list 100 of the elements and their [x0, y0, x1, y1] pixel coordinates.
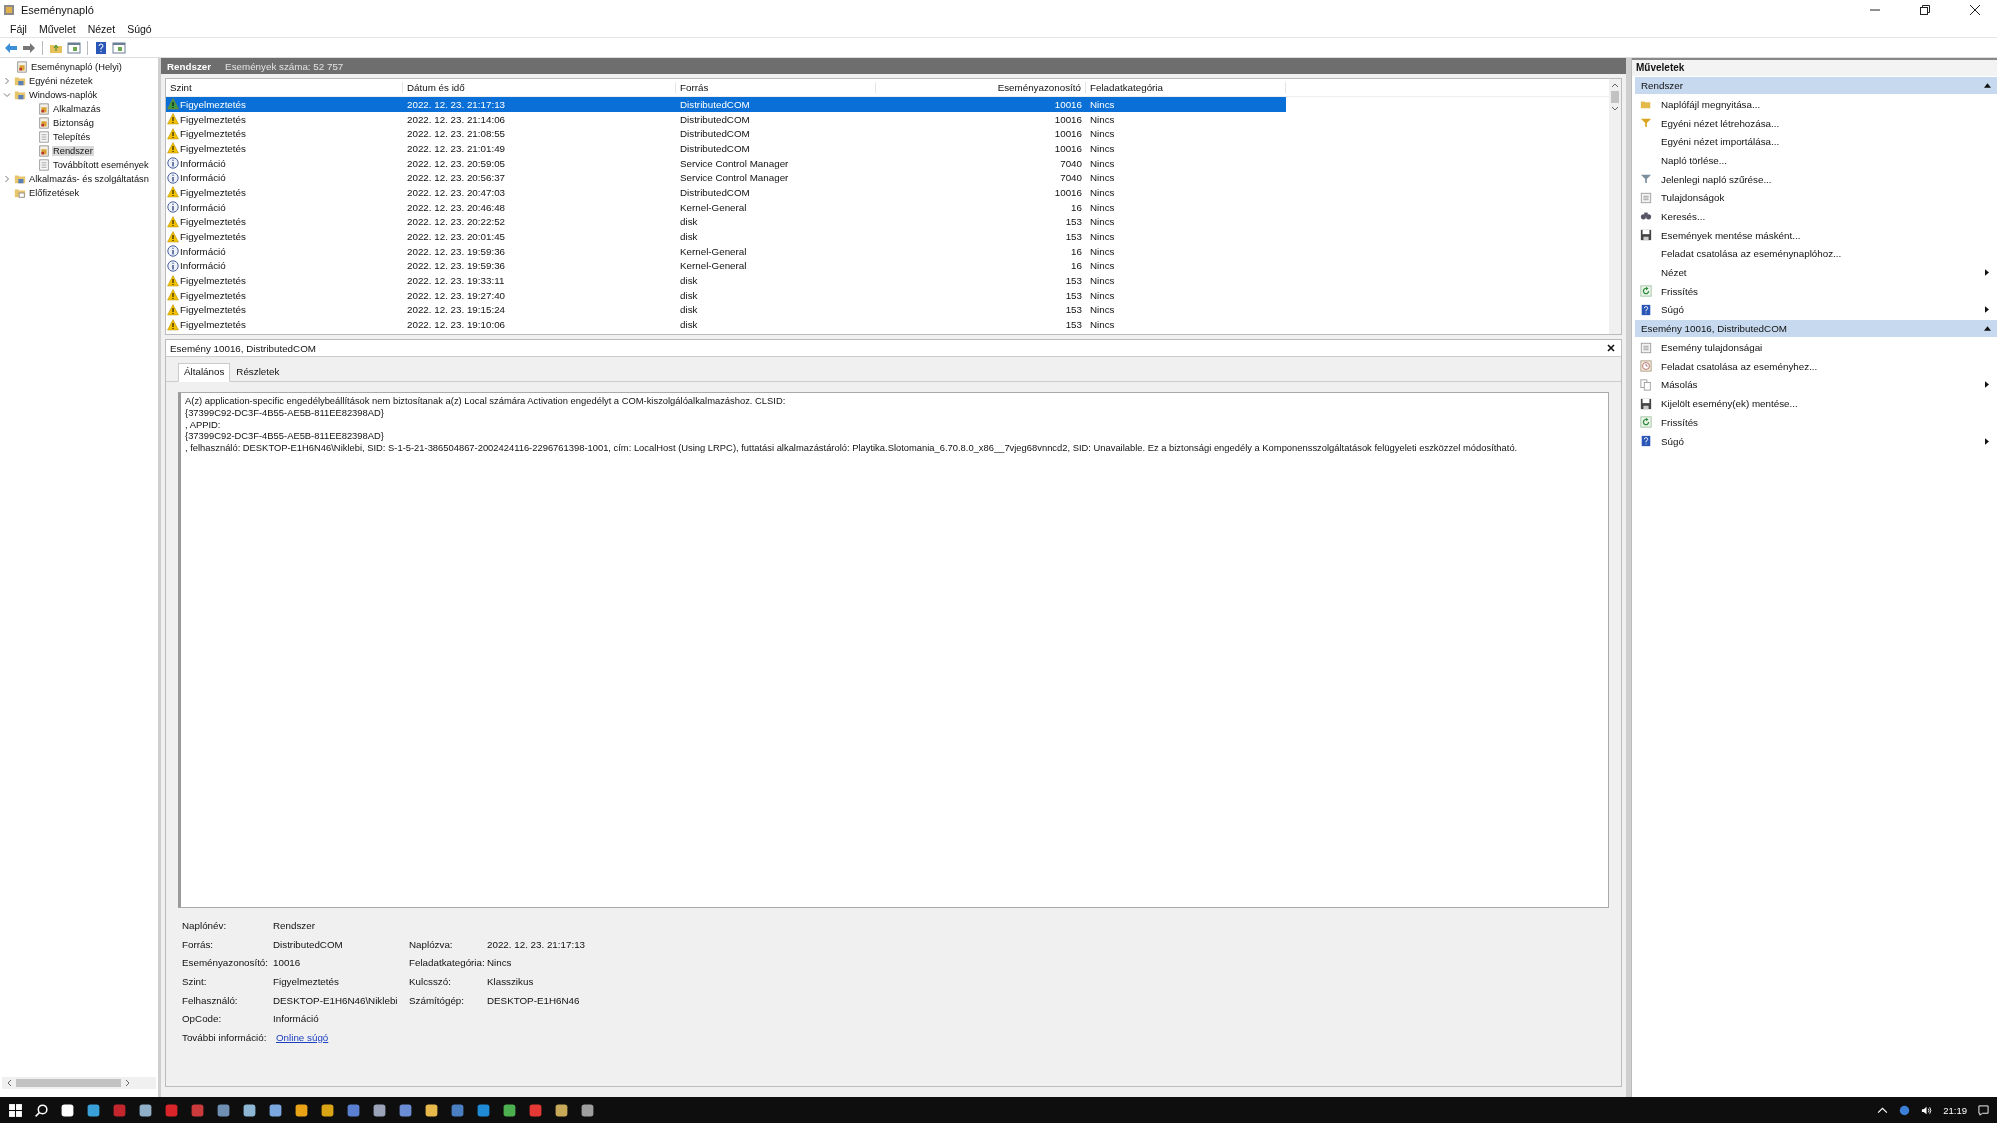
- action-item[interactable]: Jelenlegi napló szűrése...: [1632, 169, 1997, 189]
- help-icon[interactable]: [94, 40, 108, 55]
- event-row[interactable]: Figyelmeztetés 2022. 12. 23. 21:01:49 DistributedCOM 10016 Nincs: [166, 141, 1286, 156]
- tree-item[interactable]: Alkalmazás- és szolgáltatásn: [28, 174, 150, 184]
- action-item[interactable]: Súgó: [1632, 300, 1997, 320]
- app-icon[interactable]: [372, 1102, 387, 1118]
- table-cell-text: 2022. 12. 23. 19:59:36: [406, 245, 507, 257]
- table-cell-text: Nincs: [1089, 319, 1116, 331]
- panel-icon[interactable]: [112, 40, 126, 55]
- collapse-icon[interactable]: [1984, 326, 1991, 332]
- actions-section-header[interactable]: Esemény 10016, DistributedCOM: [1635, 320, 1997, 338]
- app-icon[interactable]: [502, 1102, 517, 1118]
- app-icon[interactable]: [554, 1102, 569, 1118]
- table-cell-text: 10016: [1053, 98, 1083, 110]
- action-item[interactable]: Frissítés: [1632, 413, 1997, 432]
- column-header[interactable]: Szint: [166, 82, 403, 93]
- action-item[interactable]: Frissítés: [1632, 281, 1997, 301]
- action-item[interactable]: Keresés...: [1632, 207, 1997, 226]
- event-row[interactable]: Figyelmeztetés 2022. 12. 23. 19:33:11 disk 153 Nincs: [166, 273, 1286, 288]
- folder-icon: [14, 75, 26, 87]
- column-header[interactable]: Eseményazonosító: [876, 82, 1086, 93]
- scroll-thumb[interactable]: [16, 1079, 121, 1087]
- action-item[interactable]: Súgó: [1632, 431, 1997, 451]
- tree-item[interactable]: Továbbított események: [52, 160, 150, 170]
- table-cell-text: 2022. 12. 23. 19:59:36: [406, 260, 507, 272]
- tree-item[interactable]: Alkalmazás: [52, 104, 102, 114]
- tree-item[interactable]: Rendszer: [52, 146, 94, 156]
- event-row[interactable]: Információ 2022. 12. 23. 20:59:05 Service Control Manager 7040 Nincs: [166, 155, 1286, 171]
- event-row[interactable]: Figyelmeztetés 2022. 12. 23. 20:22:52 disk 153 Nincs: [166, 214, 1286, 230]
- forward-arrow-icon[interactable]: [22, 40, 36, 55]
- vertical-scrollbar[interactable]: [1609, 79, 1621, 334]
- event-row[interactable]: Figyelmeztetés 2022. 12. 23. 21:14:06 DistributedCOM 10016 Nincs: [166, 111, 1286, 127]
- app-icon[interactable]: [216, 1102, 231, 1118]
- event-row[interactable]: Figyelmeztetés 2022. 12. 23. 19:27:40 disk 153 Nincs: [166, 287, 1286, 303]
- action-item[interactable]: Nézet: [1632, 263, 1997, 282]
- notification-icon[interactable]: [1978, 1104, 1989, 1116]
- actions-section-header[interactable]: Rendszer: [1635, 77, 1997, 94]
- app-icon[interactable]: [60, 1102, 75, 1118]
- action-item[interactable]: Kijelölt esemény(ek) mentése...: [1632, 394, 1997, 413]
- action-item[interactable]: Egyéni nézet importálása...: [1632, 132, 1997, 152]
- windows-start-icon[interactable]: [8, 1102, 23, 1118]
- tree-item[interactable]: Egyéni nézetek: [28, 76, 94, 86]
- column-header[interactable]: Forrás: [676, 82, 876, 93]
- event-row[interactable]: Figyelmeztetés 2022. 12. 23. 21:17:13 DistributedCOM 10016 Nincs: [166, 97, 1286, 112]
- tree-item[interactable]: Előfizetések: [28, 188, 81, 198]
- event-row[interactable]: Figyelmeztetés 2022. 12. 23. 19:10:06 disk 153 Nincs: [166, 317, 1286, 332]
- app-icon[interactable]: [138, 1102, 153, 1118]
- app-icon[interactable]: [242, 1102, 257, 1118]
- speaker-icon[interactable]: [1921, 1104, 1933, 1116]
- tree-item[interactable]: Biztonság: [52, 118, 95, 128]
- app-icon[interactable]: [86, 1102, 101, 1118]
- column-header[interactable]: Dátum és idő: [403, 82, 676, 93]
- warning-icon: [167, 274, 179, 287]
- event-row[interactable]: Figyelmeztetés 2022. 12. 23. 20:47:03 DistributedCOM 10016 Nincs: [166, 185, 1286, 200]
- app-icon[interactable]: [580, 1102, 595, 1118]
- app-icon[interactable]: [424, 1102, 439, 1118]
- menu-item[interactable]: Művelet: [32, 21, 82, 36]
- app-icon[interactable]: [268, 1102, 283, 1118]
- menu-item[interactable]: Fájl: [4, 21, 33, 36]
- table-cell: Információ: [180, 172, 226, 184]
- search-icon[interactable]: [34, 1102, 49, 1118]
- scroll-thumb[interactable]: [1611, 91, 1619, 103]
- app-icon[interactable]: [320, 1102, 335, 1118]
- collapse-icon[interactable]: [1984, 83, 1991, 88]
- event-row[interactable]: Figyelmeztetés 2022. 12. 23. 19:15:24 disk 153 Nincs: [166, 302, 1286, 318]
- event-row[interactable]: Információ 2022. 12. 23. 19:59:36 Kernel-General 16 Nincs: [166, 258, 1286, 274]
- menu-item[interactable]: Nézet: [81, 21, 122, 36]
- action-item[interactable]: Tulajdonságok: [1632, 188, 1997, 208]
- tab[interactable]: Részletek: [230, 363, 286, 381]
- tab[interactable]: Általános: [178, 363, 231, 382]
- tree-item[interactable]: Windows-naplók: [28, 90, 99, 100]
- action-item[interactable]: Napló törlése...: [1632, 151, 1997, 170]
- panel-icon[interactable]: [67, 40, 81, 55]
- clock[interactable]: 21:19: [1943, 1104, 1967, 1116]
- action-item[interactable]: Naplófájl megnyitása...: [1632, 95, 1997, 114]
- horizontal-scrollbar[interactable]: [2, 1077, 156, 1089]
- help-link[interactable]: Online súgó: [273, 1031, 409, 1043]
- tree-item[interactable]: Telepítés: [52, 132, 92, 142]
- action-item[interactable]: Események mentése másként...: [1632, 225, 1997, 245]
- action-item[interactable]: Feladat csatolása az eseménynaplóhoz...: [1632, 244, 1997, 264]
- app-icon[interactable]: [294, 1102, 309, 1118]
- event-row[interactable]: Információ 2022. 12. 23. 20:46:48 Kernel-General 16 Nincs: [166, 199, 1286, 215]
- globe-icon[interactable]: [1899, 1104, 1911, 1116]
- event-row[interactable]: Információ 2022. 12. 23. 19:59:36 Kernel-General 16 Nincs: [166, 243, 1286, 259]
- action-item[interactable]: Másolás: [1632, 375, 1997, 395]
- close-icon[interactable]: [1607, 344, 1615, 352]
- event-row[interactable]: Figyelmeztetés 2022. 12. 23. 20:01:45 disk 153 Nincs: [166, 229, 1286, 244]
- app-icon[interactable]: [398, 1102, 413, 1118]
- action-item[interactable]: Esemény tulajdonságai: [1632, 338, 1997, 357]
- event-row[interactable]: Figyelmeztetés 2022. 12. 23. 21:08:55 DistributedCOM 10016 Nincs: [166, 126, 1286, 142]
- column-header[interactable]: Feladatkategória: [1086, 82, 1286, 93]
- tree-item[interactable]: Eseménynapló (Helyi): [30, 62, 123, 72]
- action-item[interactable]: Egyéni nézet létrehozása...: [1632, 113, 1997, 133]
- chevron-up-icon[interactable]: [1877, 1104, 1889, 1116]
- menu-item[interactable]: Súgó: [121, 21, 158, 36]
- table-cell-text: Nincs: [1089, 216, 1116, 228]
- info-icon: [167, 171, 179, 184]
- event-row[interactable]: Információ 2022. 12. 23. 20:56:37 Service Control Manager 7040 Nincs: [166, 170, 1286, 186]
- action-item[interactable]: Feladat csatolása az eseményhez...: [1632, 356, 1997, 376]
- filter-icon: [1640, 117, 1652, 130]
